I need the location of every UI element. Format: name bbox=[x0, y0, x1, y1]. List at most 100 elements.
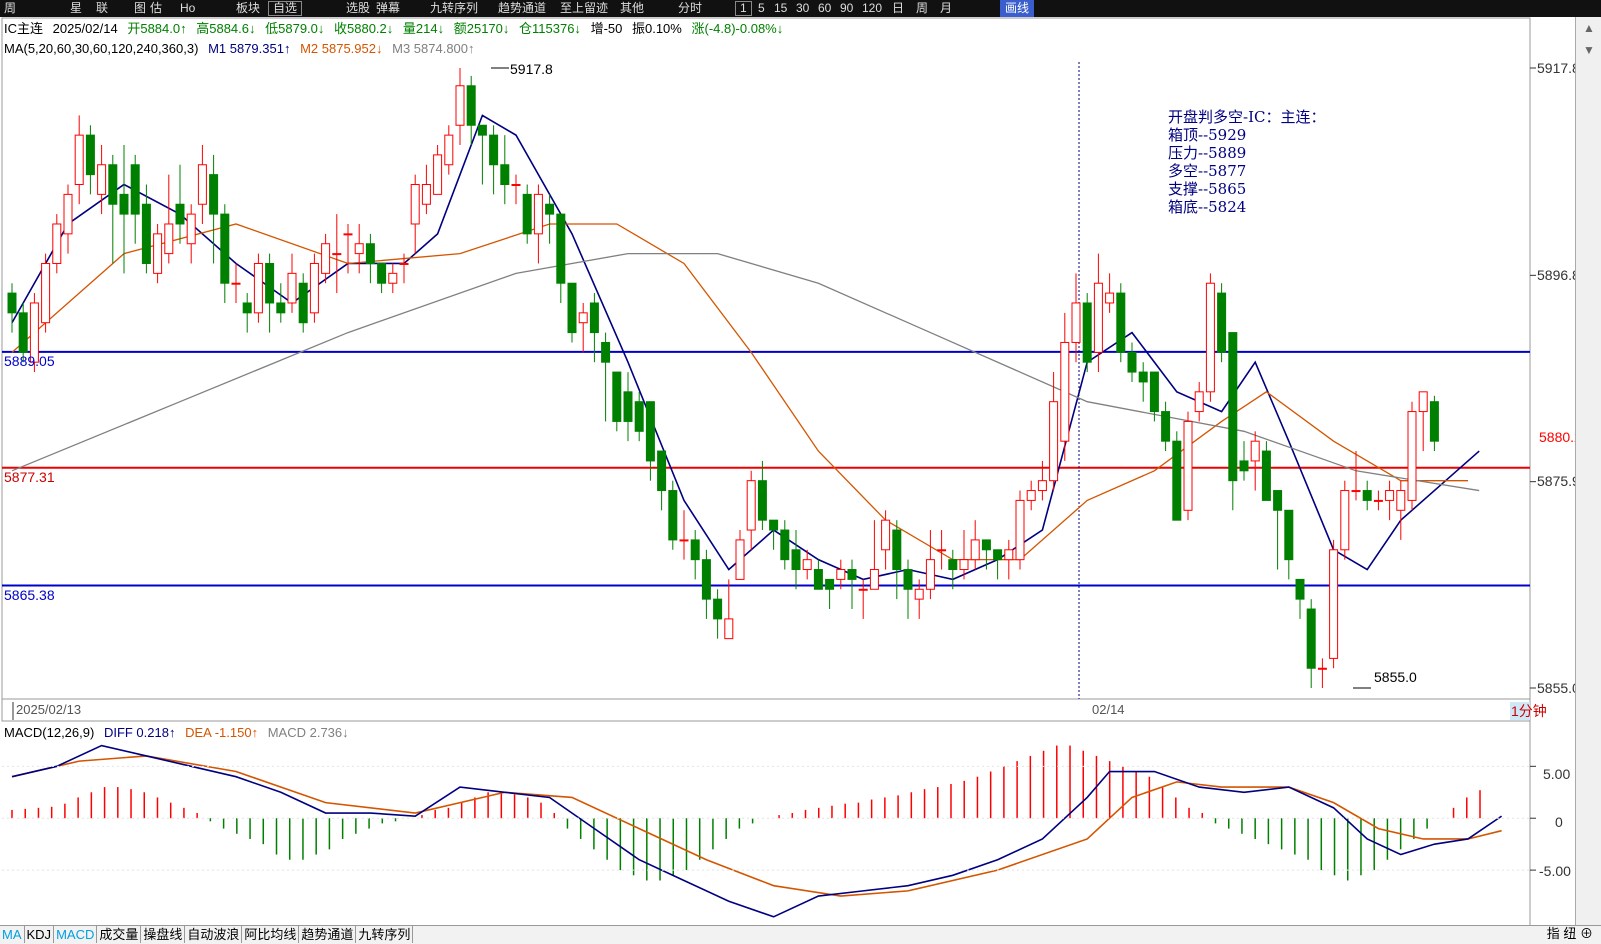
candle-body bbox=[1329, 549, 1339, 659]
candle-body bbox=[746, 480, 756, 531]
low-marker-label: 5855.0 bbox=[1374, 669, 1417, 685]
macd-axis-label: -5.00 bbox=[1539, 863, 1571, 879]
candle-body bbox=[645, 401, 655, 462]
ma-legend: MA(5,20,60,30,60,120,240,360,3) M1 5879.… bbox=[4, 41, 481, 57]
candle-body bbox=[1183, 420, 1193, 511]
candle-body bbox=[903, 569, 913, 590]
candle-body bbox=[1116, 292, 1126, 353]
candle-body bbox=[869, 569, 879, 590]
date-label-start: 2025/02/13 bbox=[16, 702, 82, 717]
candle-body bbox=[1205, 282, 1215, 393]
candle-body bbox=[1127, 351, 1137, 373]
tab-ma[interactable]: MA bbox=[0, 926, 25, 943]
candle-body bbox=[1295, 578, 1305, 600]
candle-body bbox=[164, 223, 174, 255]
candle-body bbox=[1037, 480, 1047, 492]
candle-body bbox=[85, 134, 95, 176]
tab-trend-channel[interactable]: 趋势通道 bbox=[299, 926, 357, 943]
candle-body bbox=[892, 529, 902, 571]
chart-canvas[interactable] bbox=[0, 0, 1601, 943]
candle-body bbox=[1261, 450, 1271, 501]
candle-body bbox=[1105, 292, 1115, 304]
candle-body bbox=[1049, 401, 1059, 482]
candle-body bbox=[701, 559, 711, 600]
candle-body bbox=[365, 243, 375, 264]
annotation-line: 支撑--5865 bbox=[1168, 180, 1247, 198]
date-label-day: 02/14 bbox=[1092, 702, 1125, 717]
candle-body bbox=[937, 549, 947, 552]
candle-body bbox=[993, 549, 1003, 561]
candle-body bbox=[74, 134, 84, 185]
candle-body bbox=[1407, 411, 1417, 501]
candle-body bbox=[18, 312, 28, 353]
candle-body bbox=[791, 549, 801, 571]
candle-body bbox=[410, 183, 420, 225]
candle-body bbox=[500, 164, 510, 185]
candle-body bbox=[399, 262, 409, 265]
candle-body bbox=[556, 213, 566, 284]
candle-body bbox=[1172, 440, 1182, 521]
candle-body bbox=[802, 559, 812, 571]
candle-body bbox=[466, 85, 476, 126]
tab-td-sequence[interactable]: 九转序列 bbox=[356, 926, 414, 943]
candle-body bbox=[1015, 499, 1025, 561]
right-tools[interactable]: 指 纽 ⊕ bbox=[1547, 925, 1593, 942]
candle-body bbox=[421, 183, 431, 205]
candle-body bbox=[332, 253, 342, 256]
symbol-label: IC主连 bbox=[4, 21, 44, 36]
candle-body bbox=[97, 164, 107, 195]
candle-body bbox=[265, 262, 275, 304]
side-rail-arrow-icon[interactable]: ▼ bbox=[1576, 39, 1601, 61]
candle-body bbox=[1317, 667, 1327, 670]
candle-body bbox=[847, 569, 857, 580]
macd-axis-label: 0 bbox=[1555, 814, 1563, 830]
candle-body bbox=[1418, 391, 1428, 413]
candle-body bbox=[1071, 302, 1081, 343]
tab-volume[interactable]: 成交量 bbox=[97, 926, 142, 943]
price-axis-label: 5896.8 bbox=[1537, 267, 1580, 283]
candle-body bbox=[601, 341, 611, 363]
tab-auto-wave[interactable]: 自动波浪 bbox=[185, 926, 243, 943]
ma-m2-value: M2 5875.952↓ bbox=[300, 41, 383, 56]
candle-body bbox=[489, 134, 499, 166]
candle-body bbox=[253, 262, 263, 314]
candle-body bbox=[1340, 490, 1350, 551]
tab-kdj[interactable]: KDJ bbox=[25, 926, 55, 943]
ma-line-m2 bbox=[11, 223, 1468, 561]
candle-body bbox=[186, 213, 196, 245]
candle-body bbox=[1429, 401, 1439, 442]
tab-macd[interactable]: MACD bbox=[54, 926, 98, 943]
candle-body bbox=[477, 124, 487, 136]
price-axis-label: 5917.8 bbox=[1537, 60, 1580, 76]
amplitude-value: 振0.10% bbox=[631, 21, 682, 36]
candle-body bbox=[153, 233, 163, 274]
candle-body bbox=[690, 539, 700, 561]
candle-body bbox=[7, 292, 17, 314]
candle-body bbox=[679, 539, 689, 542]
candle-body bbox=[511, 183, 521, 186]
candle-body bbox=[948, 559, 958, 571]
candle-body bbox=[925, 559, 935, 590]
candle-body bbox=[1004, 549, 1014, 561]
candle-body bbox=[769, 519, 779, 531]
candle-body bbox=[1351, 490, 1361, 493]
candle-body bbox=[1362, 490, 1372, 501]
tab-trading-line[interactable]: 操盘线 bbox=[141, 926, 186, 943]
candle-body bbox=[533, 193, 543, 235]
candle-body bbox=[1217, 292, 1227, 353]
candle-body bbox=[623, 391, 633, 422]
candle-body bbox=[377, 262, 387, 284]
candle-body bbox=[881, 519, 891, 551]
side-rail-arrow-icon[interactable]: ▲ bbox=[1576, 17, 1601, 39]
candle-body bbox=[1194, 391, 1204, 413]
volume-value: 量214↓ bbox=[402, 21, 445, 36]
macd-legend: MACD(12,26,9) DIFF 0.218↑ DEA -1.150↑ MA… bbox=[4, 725, 355, 741]
candle-body bbox=[657, 450, 667, 492]
candle-body bbox=[354, 243, 364, 255]
candle-body bbox=[52, 223, 62, 264]
tab-abi-ma[interactable]: 阿比均线 bbox=[242, 926, 300, 943]
candle-body bbox=[276, 302, 286, 314]
candle-body bbox=[612, 371, 622, 422]
candle-body bbox=[444, 134, 454, 166]
candle-body bbox=[41, 262, 51, 324]
